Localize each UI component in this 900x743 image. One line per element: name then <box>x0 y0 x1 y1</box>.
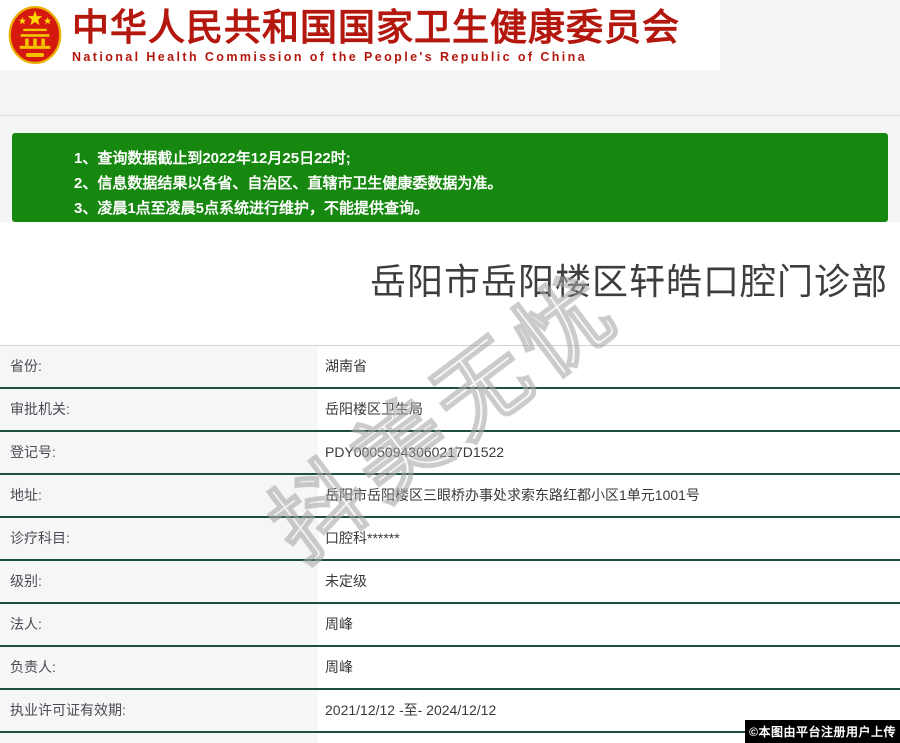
row-label: 执业许可证有效期: <box>0 690 318 731</box>
notice-line-2: 2、信息数据结果以各省、自治区、直辖市卫生健康委数据为准。 <box>74 175 503 192</box>
row-value: PDY00050943060217D1522 <box>318 432 900 473</box>
row-label: 登记号: <box>0 432 318 473</box>
row-label: 地址: <box>0 475 318 516</box>
site-titles: 中华人民共和国国家卫生健康委员会 National Health Commiss… <box>72 7 680 64</box>
row-label: 诊疗科目: <box>0 518 318 559</box>
table-row-person-in-charge: 负责人: 周峰 <box>0 647 900 690</box>
row-value: 周峰 <box>318 647 900 688</box>
page: 中华人民共和国国家卫生健康委员会 National Health Commiss… <box>0 0 900 743</box>
row-value: 湖南省 <box>318 346 900 387</box>
notice-line-1: 1、查询数据截止到2022年12月25日22时; <box>74 150 351 167</box>
table-row-treatment-subjects: 诊疗科目: 口腔科****** <box>0 518 900 561</box>
site-header: 中华人民共和国国家卫生健康委员会 National Health Commiss… <box>0 0 720 70</box>
row-value: 岳阳楼区卫生局 <box>318 389 900 430</box>
uploaded-by-user-tag: ©本图由平台注册用户上传 <box>745 720 900 743</box>
table-row-address: 地址: 岳阳市岳阳楼区三眼桥办事处求索东路红都小区1单元1001号 <box>0 475 900 518</box>
header-divider-line <box>0 115 900 116</box>
row-value: 岳阳市岳阳楼区三眼桥办事处求索东路红都小区1单元1001号 <box>318 475 900 516</box>
notice-box: 1、查询数据截止到2022年12月25日22时; 2、信息数据结果以各省、自治区… <box>12 133 888 222</box>
national-emblem-icon <box>8 5 62 65</box>
row-value: 未定级 <box>318 561 900 602</box>
site-title-english: National Health Commission of the People… <box>72 50 588 64</box>
table-row-approval-authority: 审批机关: 岳阳楼区卫生局 <box>0 389 900 432</box>
row-value: 口腔科****** <box>318 518 900 559</box>
table-row-legal-person: 法人: 周峰 <box>0 604 900 647</box>
row-label: 级别: <box>0 561 318 602</box>
row-value: 周峰 <box>318 604 900 645</box>
table-row-registration-number: 登记号: PDY00050943060217D1522 <box>0 432 900 475</box>
license-details-table: 省份: 湖南省 审批机关: 岳阳楼区卫生局 登记号: PDY0005094306… <box>0 345 900 743</box>
row-label: 审批机关: <box>0 389 318 430</box>
organization-title: 岳阳市岳阳楼区轩皓口腔门诊部 <box>369 261 888 302</box>
row-label: 省份: <box>0 346 318 387</box>
table-row-province: 省份: 湖南省 <box>0 346 900 389</box>
table-row-level: 级别: 未定级 <box>0 561 900 604</box>
row-label: 负责人: <box>0 647 318 688</box>
row-label-empty <box>0 733 318 743</box>
notice-line-3: 3、凌晨1点至凌晨5点系统进行维护，不能提供查询。 <box>74 200 430 217</box>
site-title-chinese: 中华人民共和国国家卫生健康委员会 <box>72 7 680 48</box>
row-label: 法人: <box>0 604 318 645</box>
